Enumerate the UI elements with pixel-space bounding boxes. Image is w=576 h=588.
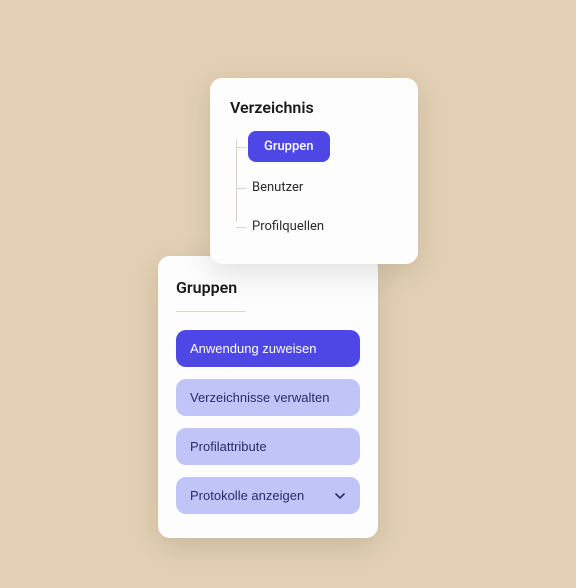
tree-item-profilquellen[interactable]: Profilquellen: [248, 213, 398, 240]
groups-panel: Gruppen Anwendung zuweisen Verzeichnisse…: [158, 256, 378, 538]
tree-item-benutzer[interactable]: Benutzer: [248, 174, 398, 201]
tree-item-gruppen[interactable]: Gruppen: [248, 131, 398, 162]
profile-attributes-button[interactable]: Profilattribute: [176, 428, 360, 465]
button-label: Protokolle anzeigen: [190, 488, 304, 503]
button-label: Anwendung zuweisen: [190, 341, 316, 356]
directory-panel: Verzeichnis Gruppen Benutzer Profilquell…: [210, 78, 418, 264]
directory-title: Verzeichnis: [230, 98, 398, 117]
show-logs-button[interactable]: Protokolle anzeigen: [176, 477, 360, 514]
divider: [176, 311, 246, 312]
directory-tree: Gruppen Benutzer Profilquellen: [230, 131, 398, 240]
chevron-down-icon: [334, 490, 346, 502]
tree-label: Benutzer: [248, 174, 307, 201]
assign-application-button[interactable]: Anwendung zuweisen: [176, 330, 360, 367]
tree-label: Gruppen: [248, 131, 330, 162]
manage-directories-button[interactable]: Verzeichnisse verwalten: [176, 379, 360, 416]
button-label: Profilattribute: [190, 439, 267, 454]
tree-label: Profilquellen: [248, 213, 328, 240]
button-label: Verzeichnisse verwalten: [190, 390, 329, 405]
groups-title: Gruppen: [176, 278, 360, 297]
